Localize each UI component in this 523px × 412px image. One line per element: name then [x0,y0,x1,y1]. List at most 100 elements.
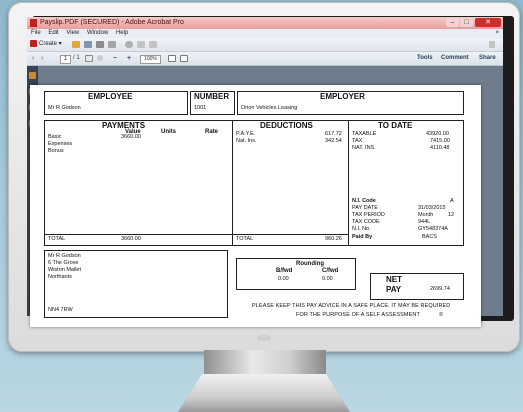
deductions-header: DEDUCTIONS [260,121,313,130]
net-pay-box [370,273,464,300]
previous-page-icon[interactable]: ‹ [32,52,34,65]
menu-help[interactable]: Help [116,30,128,36]
divider [348,120,349,245]
expand-icon[interactable] [489,41,495,48]
tax-period-value: 12 [448,212,455,218]
close-document-icon[interactable]: × [495,29,499,38]
employee-number: 1001 [194,105,207,111]
email-icon[interactable] [108,41,116,48]
number-header: NUMBER [194,92,230,101]
tax-period-unit: Month [418,212,434,218]
zoom-level-select[interactable]: 100% [140,55,161,64]
zoom-out-icon[interactable]: − [113,52,117,65]
ni-code-value: A [450,198,454,204]
create-icon [30,40,37,47]
units-column-header: Units [161,129,176,135]
pay-date-value: 31/03/2015 [418,205,446,211]
net-pay-value: 2699.74 [430,286,450,292]
deductions-total-value: 960.26 [325,236,342,242]
zoom-in-icon[interactable]: + [127,52,131,65]
open-folder-icon[interactable] [72,41,80,48]
bfwd-value: 0.00 [278,276,289,282]
payment-item: Bonus [48,148,64,154]
notice-line-1: PLEASE KEEP THIS PAY ADVICE IN A SAFE PL… [252,303,451,309]
create-button[interactable]: Create ▾ [30,40,62,49]
postcode: NN4 7RW [48,307,73,313]
save-icon[interactable] [84,41,92,48]
rate-column-header: Rate [205,129,219,135]
employer-header: EMPLOYER [320,92,365,101]
net-label: NET [386,275,402,284]
pages-icon[interactable] [29,72,36,79]
to-date-label: TAXABLE [352,131,377,137]
paid-by-label: Paid By [352,234,373,240]
maximize-button[interactable]: □ [460,18,473,27]
to-date-label: NAT. INS. [352,145,376,151]
rounding-header: Rounding [296,261,324,267]
window-titlebar: Payslip.PDF (SECURED) - Adobe Acrobat Pr… [27,17,503,29]
close-button[interactable]: ✕ [475,18,501,27]
deductions-total-label: TOTAL [236,236,254,242]
ni-number-label: N.I. No. [352,226,371,232]
print-icon[interactable] [96,41,104,48]
tax-code-value: 944L [418,219,431,225]
window-title: Payslip.PDF (SECURED) - Adobe Acrobat Pr… [40,19,184,26]
payments-total-value: 3660.00 [121,236,141,242]
pay-date-label: PAY DATE [352,205,378,211]
copyright-icon: © [439,312,444,318]
ni-number-value: GY548374A [418,226,448,232]
menu-bar: File Edit View Window Help × [27,29,503,38]
paye-value: 617.72 [325,131,342,137]
nat-ins-value: 342.54 [325,138,342,144]
cfwd-value: 0.00 [322,276,333,282]
comment-pane-button[interactable]: Comment [441,52,469,65]
employee-name: Mr R Godson [48,105,81,111]
minimize-button[interactable]: – [446,18,459,27]
to-date-label: TAX [352,138,363,144]
to-date-header: TO DATE [378,121,413,130]
deduction-item: P.A.Y.E. [236,131,256,137]
menu-edit[interactable]: Edit [48,30,58,36]
payments-total-label: TOTAL [48,236,66,242]
basic-value: 3660.00 [121,134,141,140]
paid-by-value: BACS [422,234,437,240]
menu-file[interactable]: File [31,30,41,36]
fit-width-icon[interactable] [168,55,176,62]
payment-item: Basic [48,134,62,140]
fit-page-icon[interactable] [180,55,188,62]
employer-name: Orion Vehicles Leasing [241,105,298,111]
menu-window[interactable]: Window [87,30,108,36]
next-page-icon[interactable]: › [41,52,43,65]
share-icon[interactable] [149,41,157,48]
menu-view[interactable]: View [66,30,79,36]
employee-header: EMPLOYEE [88,92,133,101]
cfwd-label: C/fwd [322,268,339,274]
monitor-stand-base [178,374,350,412]
create-label: Create [39,41,58,48]
settings-icon[interactable] [125,41,133,48]
deduction-item: Nat. Ins. [236,138,257,144]
acrobat-icon [30,19,37,27]
hand-tool-icon[interactable] [97,55,103,61]
divider [44,234,349,235]
select-tool-icon[interactable] [85,55,93,62]
main-toolbar: Create ▾ [27,38,503,52]
navigation-toolbar: ‹ › 1 / 1 − + 100% Tools Comment Share [27,52,503,66]
monitor-stand-neck [204,350,326,376]
nat-ins-to-date-value: 4110.48 [430,145,450,151]
payment-item: Expenses [48,141,73,147]
address-line: Northants [48,274,72,280]
address-line: Mr R Godson [48,253,81,259]
divider [232,120,233,245]
tax-value: 7415.00 [430,138,450,144]
share-pane-button[interactable]: Share [479,52,496,65]
monitor-logo [257,335,271,341]
tools-pane-button[interactable]: Tools [417,52,433,65]
address-line: 6 The Grove [48,260,79,266]
tax-period-label: TAX PERIOD [352,212,385,218]
address-line: Wiston Mallet [48,267,82,273]
page-number-input[interactable]: 1 [60,55,71,64]
pay-label: PAY [386,285,402,294]
comment-icon[interactable] [137,41,145,48]
bfwd-label: B/fwd [276,268,293,274]
